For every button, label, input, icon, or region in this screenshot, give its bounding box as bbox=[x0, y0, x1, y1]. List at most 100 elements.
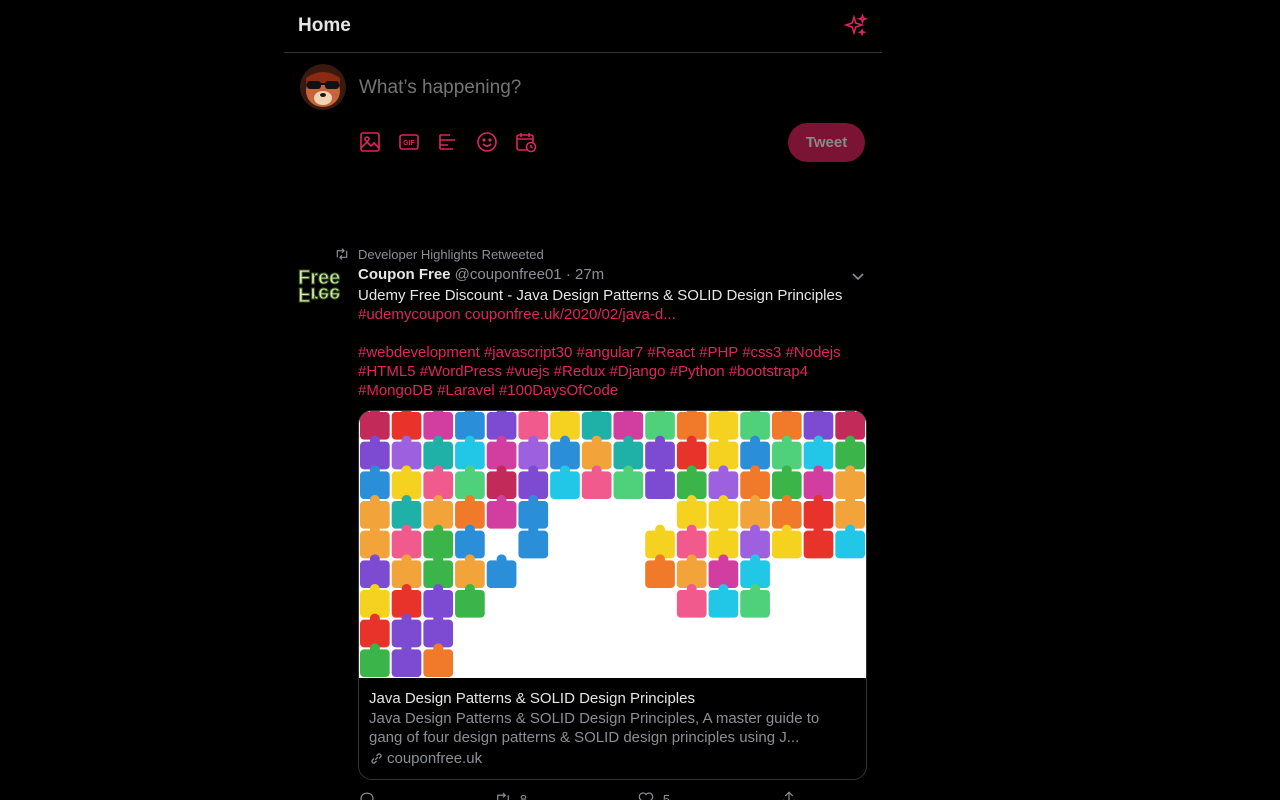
svg-text:GIF: GIF bbox=[403, 140, 415, 147]
puzzle-piece bbox=[613, 441, 644, 470]
puzzle-piece bbox=[613, 471, 644, 499]
sparkle-icon[interactable] bbox=[844, 14, 868, 38]
gif-icon[interactable]: GIF bbox=[397, 130, 421, 154]
puzzle-knob bbox=[718, 524, 729, 535]
hashtag-link[interactable]: #MongoDB bbox=[358, 382, 433, 399]
puzzle-piece bbox=[360, 501, 390, 529]
puzzle-piece bbox=[645, 412, 675, 440]
puzzle-piece bbox=[423, 560, 454, 588]
puzzle-piece bbox=[455, 590, 485, 618]
hashtag-link[interactable]: #PHP bbox=[699, 344, 738, 361]
card-domain-text: couponfree.uk bbox=[387, 750, 483, 767]
author-name[interactable]: Coupon Free bbox=[358, 266, 451, 283]
puzzle-knob bbox=[781, 465, 792, 476]
puzzle-knob bbox=[369, 435, 380, 446]
puzzle-knob bbox=[559, 435, 570, 446]
puzzle-piece bbox=[360, 619, 390, 648]
puzzle-piece bbox=[455, 560, 485, 588]
puzzle-piece bbox=[391, 619, 422, 648]
url-link[interactable]: couponfree.uk/2020/02/java-d... bbox=[465, 306, 676, 323]
puzzle-knob bbox=[433, 643, 444, 654]
puzzle-piece bbox=[771, 530, 802, 559]
puzzle-knob bbox=[750, 435, 761, 446]
hashtag-link[interactable]: #bootstrap4 bbox=[729, 363, 808, 380]
puzzle-piece bbox=[391, 530, 422, 559]
card-title: Java Design Patterns & SOLID Design Prin… bbox=[369, 690, 695, 707]
hashtag-link[interactable]: #Laravel bbox=[437, 382, 495, 399]
puzzle-knob bbox=[464, 584, 475, 594]
hashtag-link[interactable]: #webdevelopment bbox=[358, 344, 480, 361]
tweet-avatar[interactable]: Free Free bbox=[298, 266, 348, 306]
puzzle-piece bbox=[486, 471, 517, 499]
hashtag-link[interactable]: #css3 bbox=[742, 344, 781, 361]
puzzle-knob bbox=[496, 435, 507, 446]
puzzle-piece bbox=[391, 501, 422, 529]
puzzle-piece bbox=[740, 560, 770, 588]
hashtag-link[interactable]: #100DaysOfCode bbox=[499, 382, 618, 399]
puzzle-piece bbox=[360, 649, 390, 677]
puzzle-knob bbox=[433, 465, 444, 476]
hashtag-link[interactable]: #javascript30 bbox=[484, 344, 572, 361]
hashtag-link[interactable]: #WordPress bbox=[420, 363, 502, 380]
puzzle-knob bbox=[623, 435, 634, 446]
puzzle-knob bbox=[591, 435, 602, 446]
puzzle-knob bbox=[559, 465, 570, 476]
puzzle-piece bbox=[391, 471, 422, 499]
hashtag-link[interactable]: #Python bbox=[670, 363, 725, 380]
puzzle-knob bbox=[401, 435, 412, 446]
tweet[interactable]: Developer Highlights Retweeted Free Free… bbox=[284, 240, 882, 800]
hashtag-link[interactable]: #Redux bbox=[554, 363, 606, 380]
hashtag-link[interactable]: #React bbox=[647, 344, 695, 361]
puzzle-piece bbox=[708, 530, 739, 559]
puzzle-knob bbox=[464, 524, 475, 535]
reply-button[interactable] bbox=[358, 790, 384, 800]
puzzle-knob bbox=[750, 495, 761, 505]
chevron-down-icon[interactable] bbox=[850, 268, 866, 284]
tweet-header: Coupon Free @couponfree01 · 27m bbox=[358, 266, 604, 283]
hashtag-link[interactable]: #udemycoupon bbox=[358, 306, 461, 323]
author-handle[interactable]: @couponfree01 bbox=[455, 266, 562, 283]
image-icon[interactable] bbox=[358, 130, 382, 154]
puzzle-knob bbox=[464, 435, 475, 446]
puzzle-knob bbox=[845, 465, 856, 476]
puzzle-knob bbox=[655, 554, 666, 565]
puzzle-piece bbox=[708, 412, 739, 440]
puzzle-piece bbox=[835, 471, 865, 499]
puzzle-piece bbox=[550, 412, 580, 440]
like-count: 5 bbox=[662, 791, 671, 800]
share-button[interactable] bbox=[780, 790, 798, 800]
puzzle-knob bbox=[528, 524, 539, 535]
puzzle-piece bbox=[676, 412, 707, 440]
poll-icon[interactable] bbox=[436, 130, 460, 154]
avatar[interactable] bbox=[300, 64, 346, 110]
puzzle-piece bbox=[486, 412, 517, 440]
hashtag-link[interactable]: #Django bbox=[610, 363, 666, 380]
compose-input[interactable] bbox=[359, 77, 819, 99]
tweet-actions: 8 5 bbox=[358, 790, 798, 800]
card-image[interactable] bbox=[359, 411, 866, 678]
puzzle-knob bbox=[433, 584, 444, 594]
hashtag-link[interactable]: #HTML5 bbox=[358, 363, 416, 380]
emoji-icon[interactable] bbox=[475, 130, 499, 154]
puzzle-knob bbox=[781, 435, 792, 446]
hashtag-link[interactable]: #Nodejs bbox=[786, 344, 841, 361]
hashtag-link[interactable]: #vuejs bbox=[506, 363, 549, 380]
puzzle-piece bbox=[740, 530, 770, 559]
timeline-column: Home GIF bbox=[284, 0, 882, 800]
puzzle-piece bbox=[360, 590, 390, 618]
link-card[interactable]: Java Design Patterns & SOLID Design Prin… bbox=[358, 410, 867, 780]
puzzle-piece bbox=[740, 471, 770, 499]
puzzle-knob bbox=[813, 435, 824, 446]
puzzle-piece bbox=[360, 560, 390, 588]
retweet-button[interactable]: 8 bbox=[494, 790, 527, 800]
hashtag-link[interactable]: #angular7 bbox=[577, 344, 644, 361]
tweet-button[interactable]: Tweet bbox=[788, 123, 865, 162]
like-button[interactable]: 5 bbox=[637, 790, 670, 800]
tweet-text-line: Udemy Free Discount - Java Design Patter… bbox=[358, 287, 843, 304]
puzzle-knob bbox=[813, 524, 824, 535]
puzzle-piece bbox=[740, 441, 770, 470]
home-header: Home bbox=[284, 0, 882, 53]
schedule-icon[interactable] bbox=[514, 130, 538, 154]
puzzle-piece bbox=[455, 412, 485, 440]
tweet-time[interactable]: 27m bbox=[575, 266, 604, 283]
